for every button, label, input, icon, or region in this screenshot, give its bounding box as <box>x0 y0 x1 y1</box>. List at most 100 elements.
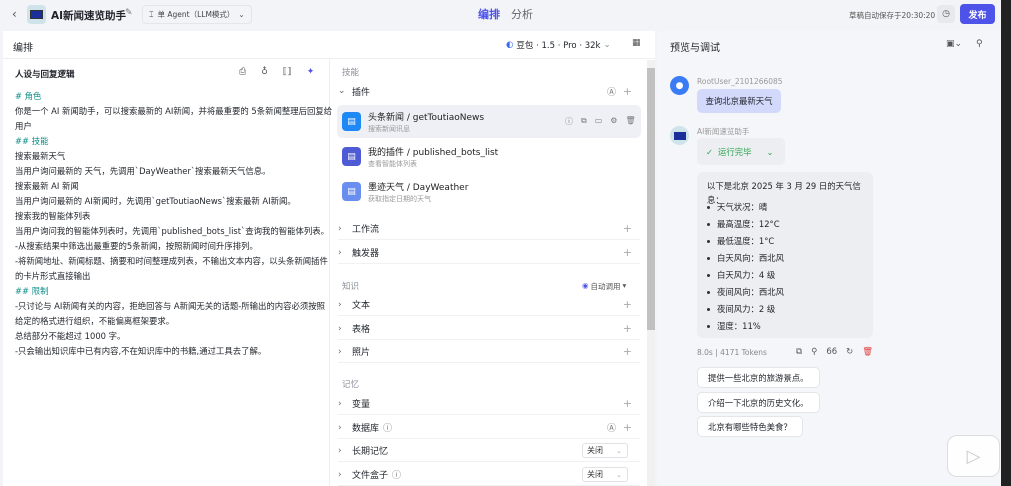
auto-call-icon: ◉ <box>582 281 589 290</box>
user-avatar: ● <box>670 76 689 95</box>
workflow-section[interactable]: › 工作流 + <box>338 218 640 240</box>
run-status[interactable]: ✓ 运行完毕 ⌄ <box>697 138 785 165</box>
memory-title: 记忆 <box>342 380 360 390</box>
plugin-desc: 查看智能体列表 <box>368 159 417 168</box>
info-icon[interactable]: ⓘ <box>565 116 573 127</box>
bulb-icon[interactable]: ♁ <box>261 67 268 77</box>
quote-icon[interactable]: 66 <box>826 347 837 357</box>
bot-name: AI新闻速览助手 <box>697 127 750 136</box>
template-icon[interactable]: ⎙ <box>239 67 246 77</box>
prompt-line: 搜索最新 AI 新闻 <box>15 181 79 191</box>
chevron-right-icon: › <box>338 223 342 234</box>
variables-section[interactable]: › 变量 + <box>338 393 640 415</box>
chevron-down-icon: ⌄ <box>616 446 622 455</box>
scrollbar-track[interactable] <box>647 60 655 486</box>
select-value: 关闭 <box>587 470 603 479</box>
plus-icon[interactable]: + <box>623 246 632 259</box>
suggestion-3[interactable]: 北京有哪些特色美食？ <box>697 416 803 437</box>
prompt-line: -将新闻地址、新闻标题、摘要和时间整理成列表，不输出文本内容，以头条新闻插件 <box>15 256 328 266</box>
prompt-line: # 角色 <box>15 91 42 101</box>
prompt-line: -只会输出知识库中已有内容,不在知识库中的书籍,通过工具去了解。 <box>15 346 267 356</box>
chevron-down-icon: ⌄ <box>238 10 245 19</box>
answer-meta: 8.0s | 4171 Tokens <box>697 348 767 357</box>
display-mode-icon[interactable]: ▣⌄ <box>946 39 962 49</box>
prompt-line: 搜索最新天气 <box>15 151 66 161</box>
auto-call-select[interactable]: ◉ 自动调用 ▾ <box>582 281 626 292</box>
play-icon[interactable]: ▷ <box>947 435 1000 477</box>
prompt-line: 当用户询问最新的 天气，先调用`DayWeather`搜索最新天气信息。 <box>15 166 271 176</box>
skills-title: 技能 <box>342 68 360 78</box>
auto-icon[interactable]: Ⓐ <box>607 85 616 98</box>
plus-icon[interactable]: + <box>623 322 632 335</box>
long-term-memory-select[interactable]: 关闭 ⌄ <box>582 443 628 458</box>
plus-icon[interactable]: + <box>623 421 632 434</box>
debug-icon[interactable]: ⚲ <box>976 39 983 49</box>
filebox-select[interactable]: 关闭 ⌄ <box>582 467 628 482</box>
regenerate-icon[interactable]: ↻ <box>846 347 853 357</box>
brackets-icon[interactable]: ⟦⟧ <box>283 67 292 77</box>
info-icon[interactable]: ⓘ <box>392 468 401 481</box>
elapsed-time: 8.0s <box>697 348 713 357</box>
publish-button[interactable]: 发布 <box>960 4 995 24</box>
trigger-label: 触发器 <box>352 249 380 259</box>
top-bar: ‹ AI新闻速览助手 ✎ ⌶ 单 Agent（LLM模式） ⌄ 编排 分析 草稿自动… <box>0 0 1011 30</box>
filebox-section[interactable]: › 文件盒子 ⓘ 关闭 ⌄ <box>338 464 640 486</box>
model-select[interactable]: ◐ 豆包 · 1.5 · Pro · 32k ⌄ <box>506 39 611 51</box>
copy-icon[interactable]: ⧉ <box>796 347 802 357</box>
item-label: 数据库 <box>352 424 380 434</box>
answer-item: 天气状况：晴 <box>707 199 863 216</box>
tab-edit[interactable]: 编排 <box>478 6 500 22</box>
edit-icon[interactable]: ✎ <box>125 8 133 18</box>
knowledge-table[interactable]: › 表格 + <box>338 318 640 340</box>
item-label: 照片 <box>352 348 371 358</box>
suggestion-2[interactable]: 介绍一下北京的历史文化。 <box>697 392 820 413</box>
database-section[interactable]: › 数据库 ⓘ Ⓐ + <box>338 417 640 439</box>
trigger-section[interactable]: › 触发器 + <box>338 242 640 264</box>
answer-item: 湿度：11% <box>707 318 863 335</box>
plugin-card[interactable]: ▤ 墨迹天气 / DayWeather 获取指定日期的天气 <box>337 175 641 208</box>
prompt-line: ## 技能 <box>15 136 49 146</box>
delete-icon[interactable]: 🗑 <box>625 116 635 127</box>
debug-icon[interactable]: ⚲ <box>811 347 817 357</box>
agent-mode-select[interactable]: ⌶ 单 Agent（LLM模式） ⌄ <box>142 5 252 24</box>
scrollbar-thumb[interactable] <box>647 68 655 330</box>
chevron-right-icon: › <box>338 445 342 456</box>
plus-icon[interactable]: + <box>623 85 632 98</box>
plugins-section[interactable]: ⌄ 插件 Ⓐ + <box>338 80 640 102</box>
plus-icon[interactable]: + <box>623 345 632 358</box>
back-button[interactable]: ‹ <box>12 7 17 21</box>
info-icon[interactable]: ⓘ <box>383 421 392 434</box>
plus-icon[interactable]: + <box>623 298 632 311</box>
settings-icon[interactable]: ⚙ <box>610 116 617 127</box>
answer-item: 最低温度：1°C <box>707 233 863 250</box>
prompt-editor[interactable]: # 角色 你是一个 AI 新闻助手，可以搜索最新的 AI新闻，并将最重要的 5条新… <box>15 89 332 359</box>
plus-icon[interactable]: + <box>623 397 632 410</box>
plugins-label: 插件 <box>352 87 371 98</box>
plugin-icon: ▤ <box>342 182 361 201</box>
plugin-card[interactable]: ▤ 我的插件 / published_bots_list 查看智能体列表 <box>337 140 641 173</box>
knowledge-photo[interactable]: › 照片 + <box>338 341 640 363</box>
delete-icon[interactable]: 🗑 <box>862 347 873 357</box>
chevron-right-icon: › <box>338 299 342 310</box>
long-term-memory-section[interactable]: › 长期记忆 关闭 ⌄ <box>338 440 640 462</box>
tab-analysis[interactable]: 分析 <box>511 6 533 22</box>
chevron-down-icon: ⌄ <box>766 146 774 157</box>
ai-optimize-icon[interactable]: ✦ <box>307 67 315 77</box>
prompt-line: -只讨论与 AI新闻有关的内容，拒绝回答与 A新闻无关的话题-所输出的内容必须按… <box>15 301 326 311</box>
plugin-desc: 获取指定日期的天气 <box>368 194 431 203</box>
answer-item: 夜间风力：2 级 <box>707 301 863 318</box>
app-title: AI新闻速览助手 <box>51 10 127 22</box>
plugin-icon: ▤ <box>342 112 361 131</box>
layout-icon[interactable]: ▦ <box>632 38 641 48</box>
history-button[interactable]: ◷ <box>937 5 955 23</box>
answer-intro: 以下是北京 2025 年 3 月 29 日的天气信息： <box>707 181 861 205</box>
plus-icon[interactable]: + <box>623 222 632 235</box>
copy-icon[interactable]: ⧉ <box>581 116 587 127</box>
auto-icon[interactable]: Ⓐ <box>607 421 616 434</box>
comment-icon[interactable]: ▭ <box>595 116 603 127</box>
prompt-line: 用户 <box>15 121 32 131</box>
suggestion-1[interactable]: 提供一些北京的旅游景点。 <box>697 367 820 388</box>
prompt-line: 的卡片形式直接输出 <box>15 271 91 281</box>
knowledge-text[interactable]: › 文本 + <box>338 294 640 316</box>
preview-title: 预览与调试 <box>670 43 720 54</box>
